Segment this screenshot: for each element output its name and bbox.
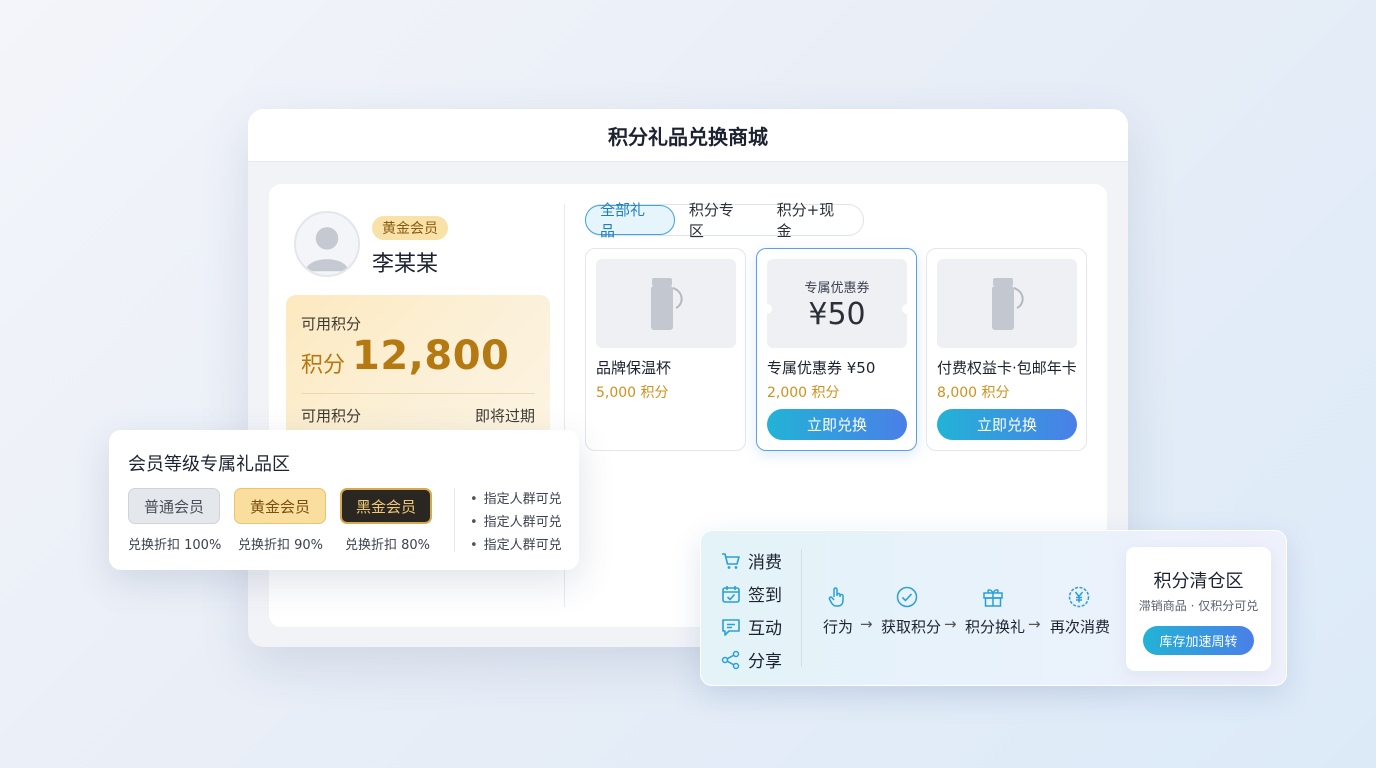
calendar-check-icon [722, 585, 740, 603]
thermos-icon [651, 277, 683, 330]
user-name: 李某某 [372, 252, 439, 277]
action-share[interactable]: 分享 [721, 647, 782, 672]
step-label: 再次消费 [1050, 618, 1111, 636]
tier-zone-title: 会员等级专属礼品区 [128, 454, 290, 475]
points-card: 可用积分 积分 12,800 可用积分 即将过期 [286, 295, 550, 445]
tab-all-gifts[interactable]: 全部礼品 [585, 201, 675, 240]
chat-icon [722, 618, 740, 636]
cart-icon [722, 552, 740, 569]
action-label: 互动 [748, 619, 782, 639]
points-flow-panel: 消费 签到 互动 分享 行为 → 获取积分 → 积分换礼 → 再次消费 积分清仓… [700, 530, 1287, 686]
product-card-coupon[interactable]: 专属优惠券 ¥50 专属优惠券 ¥50 2,000 积分 立即兑换 [756, 248, 917, 451]
inventory-turnover-button[interactable]: 库存加速周转 [1143, 626, 1254, 655]
gift-icon [983, 589, 1003, 607]
tier-discount-normal: 兑换折扣 100% [128, 538, 222, 553]
share-icon [721, 650, 740, 669]
clearance-title: 积分清仓区 [1153, 571, 1244, 592]
coupon-title: 专属优惠券 [804, 281, 870, 296]
product-image [937, 259, 1077, 348]
tier-note: 指定人群可兑 [470, 511, 562, 530]
action-label: 签到 [748, 586, 782, 606]
redeem-button[interactable]: 立即兑换 [767, 409, 907, 440]
coupon-value: ¥50 [808, 297, 866, 332]
tier-note: 指定人群可兑 [470, 488, 562, 507]
points-footer-available: 可用积分 [301, 407, 362, 425]
redeem-button[interactable]: 立即兑换 [937, 409, 1077, 440]
step-label: 积分换礼 [965, 618, 1026, 636]
points-footer-expiring[interactable]: 即将过期 [475, 405, 535, 426]
coupon-image: 专属优惠券 ¥50 [767, 259, 907, 348]
action-interact[interactable]: 互动 [721, 614, 782, 639]
tab-points-cash[interactable]: 积分+现金 [763, 201, 863, 240]
tab-points-zone[interactable]: 积分专区 [675, 201, 763, 240]
points-label: 可用积分 [301, 315, 362, 333]
points-value: 12,800 [352, 333, 510, 379]
flow-arrow: → [860, 615, 873, 633]
tier-discount-black: 兑换折扣 80% [345, 538, 431, 553]
gift-tabs: 全部礼品 积分专区 积分+现金 [585, 201, 864, 240]
product-name: 品牌保温杯 [596, 359, 672, 377]
product-points: 8,000 积分 [937, 385, 1010, 401]
clearance-subtitle: 滞销商品 · 仅积分可兑 [1138, 599, 1259, 613]
tier-discount-gold: 兑换折扣 90% [238, 538, 324, 553]
points-divider [301, 393, 535, 394]
avatar[interactable] [294, 211, 360, 277]
product-points: 2,000 积分 [767, 385, 840, 401]
flow-arrow: → [944, 615, 957, 633]
tier-divider [454, 488, 455, 552]
step-label: 行为 [823, 618, 854, 636]
flow-arrow: → [1028, 615, 1041, 633]
action-label: 消费 [748, 553, 782, 573]
coupon-notch-right [902, 304, 907, 314]
product-card-thermos[interactable]: 品牌保温杯 5,000 积分 [585, 248, 746, 451]
member-level-badge: 黄金会员 [372, 216, 448, 240]
product-points: 5,000 积分 [596, 385, 669, 401]
clearance-zone: 积分清仓区 滞销商品 · 仅积分可兑 库存加速周转 [1126, 547, 1271, 671]
user-avatar-icon [305, 227, 349, 272]
product-image [596, 259, 736, 348]
points-prefix: 积分 [301, 353, 346, 378]
tap-hand-icon [828, 587, 844, 607]
window-title: 积分礼品兑换商城 [248, 109, 1128, 162]
action-consume[interactable]: 消费 [721, 548, 782, 573]
yen-circle-icon [1068, 586, 1090, 608]
member-tier-zone: 会员等级专属礼品区 普通会员 黄金会员 黑金会员 兑换折扣 100% 兑换折扣 … [109, 430, 579, 570]
tier-note: 指定人群可兑 [470, 534, 562, 553]
thermos-icon [992, 277, 1024, 330]
flow-divider [801, 549, 802, 667]
step-label: 获取积分 [881, 618, 942, 636]
product-card-annual-pass[interactable]: 付费权益卡·包邮年卡 8,000 积分 立即兑换 [926, 248, 1087, 451]
tier-chip-gold[interactable]: 黄金会员 [234, 488, 326, 524]
product-name: 付费权益卡·包邮年卡 [937, 359, 1077, 377]
action-label: 分享 [748, 652, 782, 672]
tier-chip-black[interactable]: 黑金会员 [340, 488, 432, 524]
check-circle-icon [896, 586, 918, 608]
action-checkin[interactable]: 签到 [721, 581, 782, 606]
product-name: 专属优惠券 ¥50 [767, 359, 876, 377]
tier-chip-normal[interactable]: 普通会员 [128, 488, 220, 524]
